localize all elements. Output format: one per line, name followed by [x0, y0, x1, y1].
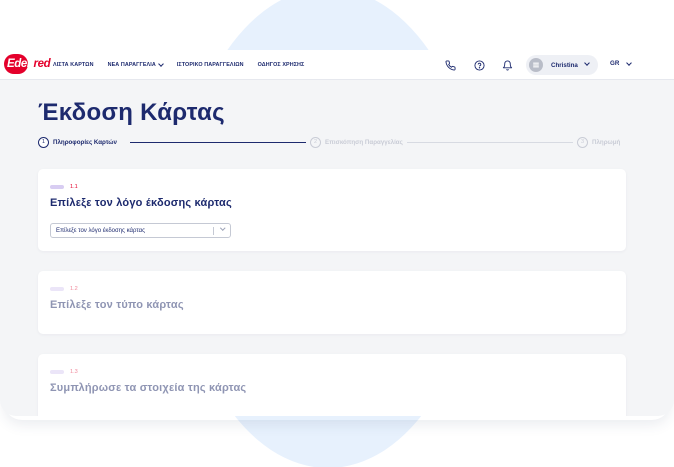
tag-pill: [50, 370, 64, 374]
help-icon[interactable]: [473, 59, 486, 72]
step-card-info[interactable]: 1 Πληροφορίες Καρτών: [38, 135, 121, 149]
bell-icon[interactable]: [501, 59, 514, 72]
nav-item-new-order[interactable]: ΝΕΑ ΠΑΡΑΓΓΕΛΙΑ: [108, 61, 164, 68]
chevron-down-icon: [157, 61, 164, 67]
top-navigation-bar: Edenred ΛΙΣΤΑ ΚΑΡΤΩΝ ΝΕΑ ΠΑΡΑΓΓΕΛΙΑ ΙΣΤΟ…: [0, 50, 674, 80]
section-number: 1.2: [70, 286, 78, 292]
page-title: Έκδοση Κάρτας: [38, 99, 225, 126]
section-card-reason: 1.1 Επίλεξε τον λόγο έκδοσης κάρτας Επίλ…: [38, 169, 626, 251]
app-window: Edenred ΛΙΣΤΑ ΚΑΡΤΩΝ ΝΕΑ ΠΑΡΑΓΓΕΛΙΑ ΙΣΤΟ…: [0, 50, 674, 416]
nav-item-order-history[interactable]: ΙΣΤΟΡΙΚΟ ΠΑΡΑΓΓΕΛΙΩΝ: [177, 62, 244, 68]
step-order-review[interactable]: 2 Επισκόπηση Παραγγελίας: [306, 135, 407, 149]
section-tag: 1.2: [50, 286, 78, 292]
checkout-stepper: 1 Πληροφορίες Καρτών 2 Επισκόπηση Παραγγ…: [38, 135, 626, 149]
section-title: Επίλεξε τον τύπο κάρτας: [50, 299, 184, 311]
nav-item-card-list[interactable]: ΛΙΣΤΑ ΚΑΡΤΩΝ: [53, 62, 94, 68]
section-tag: 1.3: [50, 369, 78, 375]
tag-pill: [50, 287, 64, 291]
section-number: 1.3: [70, 369, 78, 375]
logo-text-rest: red: [33, 58, 51, 70]
step-label: Πληρωμή: [592, 138, 621, 146]
chevron-down-icon: [626, 59, 633, 66]
section-title: Επίλεξε τον λόγο έκδοσης κάρτας: [50, 197, 232, 209]
stepper-line-complete: [130, 141, 314, 143]
select-placeholder: Επίλεξε τον λόγο έκδοσης κάρτας: [56, 227, 145, 234]
step-number: 3: [577, 136, 588, 148]
language-label: GR: [610, 60, 620, 67]
logo-text-first: Eden: [7, 58, 34, 70]
section-card-type: 1.2 Επίλεξε τον τύπο κάρτας: [38, 271, 626, 334]
avatar: [529, 58, 543, 72]
section-title: Συμπλήρωσε τα στοιχεία της κάρτας: [50, 382, 247, 394]
section-tag: 1.1: [50, 184, 78, 190]
avatar-icon: [533, 62, 539, 68]
main-nav: ΛΙΣΤΑ ΚΑΡΤΩΝ ΝΕΑ ΠΑΡΑΓΓΕΛΙΑ ΙΣΤΟΡΙΚΟ ΠΑΡ…: [53, 50, 304, 80]
user-name: Christina: [551, 61, 578, 69]
select-separator: [213, 227, 214, 235]
step-number: 1: [38, 136, 49, 148]
chevron-down-icon: [584, 60, 590, 66]
tag-pill: [50, 185, 64, 189]
user-menu[interactable]: Christina: [526, 55, 598, 75]
chevron-down-icon: [219, 225, 225, 231]
step-label: Πληροφορίες Καρτών: [53, 138, 117, 146]
step-label: Επισκόπηση Παραγγελίας: [325, 138, 403, 146]
section-number: 1.1: [70, 184, 78, 190]
reason-select[interactable]: Επίλεξε τον λόγο έκδοσης κάρτας: [50, 223, 231, 238]
edenred-logo[interactable]: Edenred: [4, 54, 53, 74]
phone-icon[interactable]: [444, 59, 457, 72]
language-selector[interactable]: GR: [610, 59, 633, 67]
section-card-details: 1.3 Συμπλήρωσε τα στοιχεία της κάρτας: [38, 354, 626, 416]
nav-item-user-guide[interactable]: ΟΔΗΓΟΣ ΧΡΗΣΗΣ: [258, 62, 305, 68]
step-payment[interactable]: 3 Πληρωμή: [573, 135, 621, 149]
step-number: 2: [310, 136, 321, 148]
